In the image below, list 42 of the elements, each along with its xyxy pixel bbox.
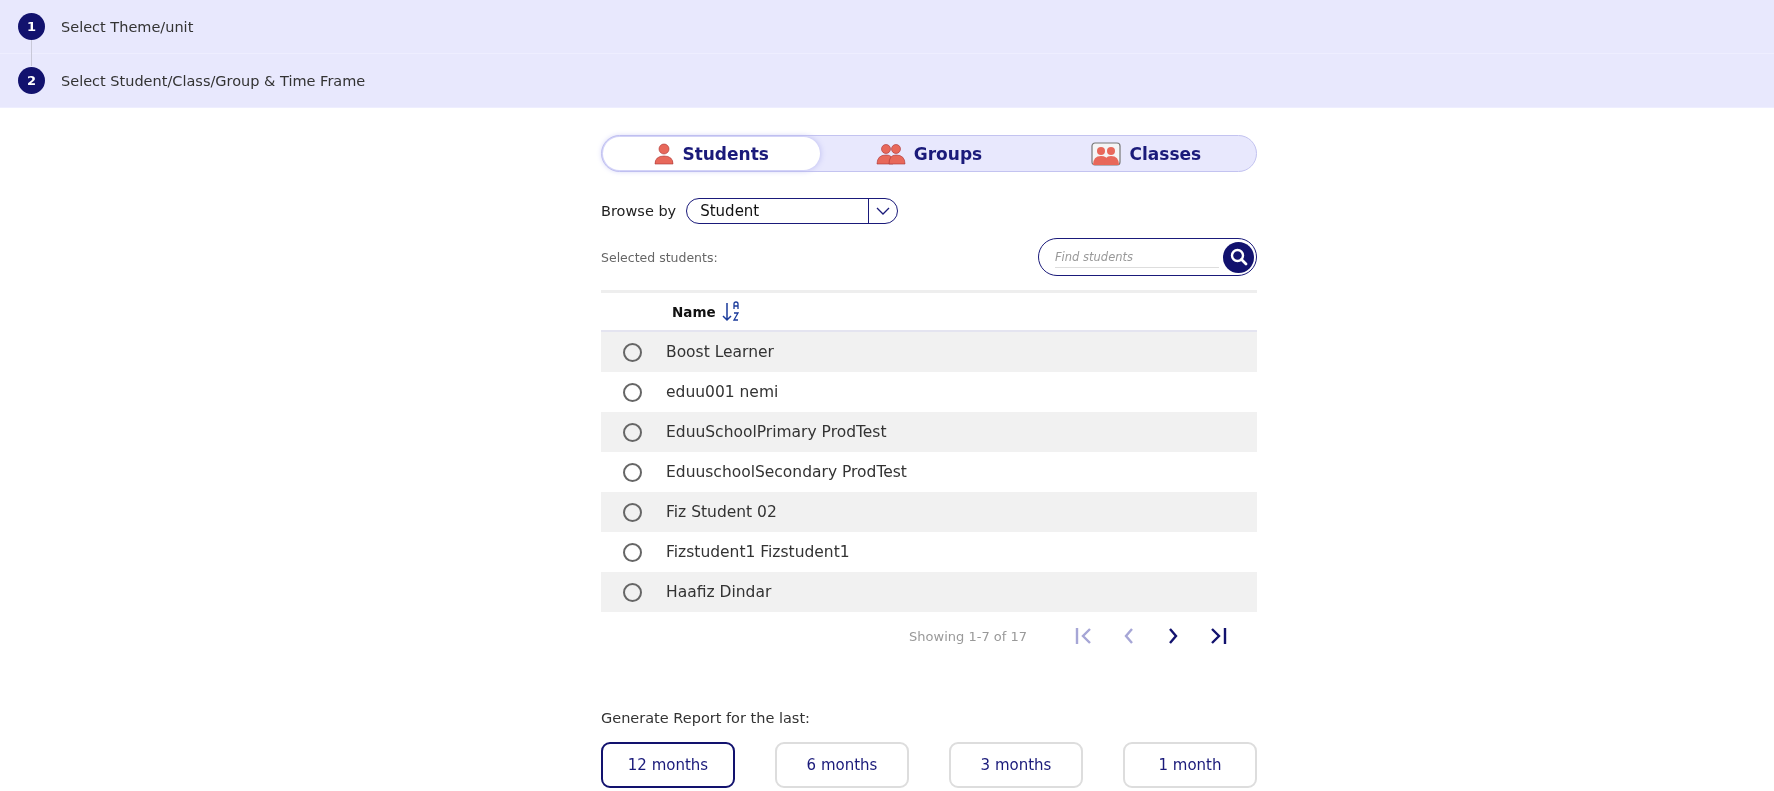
time-frame-button[interactable]: 6 months	[775, 742, 909, 788]
step-label: Select Student/Class/Group & Time Frame	[61, 72, 366, 89]
table-row[interactable]: Haafiz Dindar	[601, 572, 1257, 612]
student-name: EduuSchoolPrimary ProdTest	[666, 423, 887, 441]
pagination-text: Showing 1-7 of 17	[909, 628, 1027, 644]
tab[interactable]: Classes	[1037, 137, 1255, 170]
student-name: Boost Learner	[666, 343, 774, 361]
student-name: Haafiz Dindar	[666, 583, 772, 601]
tab[interactable]: Students	[603, 137, 821, 170]
people-icon	[875, 142, 906, 165]
chevron-right-icon	[1167, 627, 1179, 645]
radio-button[interactable]	[623, 422, 642, 442]
student-name: Fizstudent1 Fizstudent1	[666, 543, 850, 561]
radio-button[interactable]	[623, 542, 642, 562]
time-frame-button[interactable]: 1 month	[1123, 742, 1257, 788]
time-frame-button[interactable]: 12 months	[601, 742, 735, 788]
student-name: eduu001 nemi	[666, 383, 779, 401]
name-column-header[interactable]: Name	[672, 300, 740, 323]
time-frame-label: Generate Report for the last:	[601, 710, 811, 726]
chevron-down-icon	[876, 206, 891, 216]
selected-label: Selected students:	[601, 249, 718, 265]
step-label: Select Theme/unit	[61, 18, 194, 35]
radio-button[interactable]	[623, 342, 642, 362]
tab[interactable]: Groups	[820, 137, 1038, 170]
table-row[interactable]: Boost Learner	[601, 332, 1257, 372]
step-number: 1	[18, 13, 45, 40]
table-row[interactable]: Fiz Student 02	[601, 492, 1257, 532]
person-icon	[654, 142, 675, 165]
time-frame-button[interactable]: 3 months	[949, 742, 1083, 788]
class-icon	[1091, 141, 1122, 166]
search-icon	[1229, 248, 1248, 266]
student-name: EduuschoolSecondary ProdTest	[666, 463, 907, 481]
radio-button[interactable]	[623, 582, 642, 602]
browse-label: Browse by	[601, 203, 677, 219]
table-row[interactable]: EduuSchoolPrimary ProdTest	[601, 412, 1257, 452]
step-number: 2	[18, 67, 45, 94]
chevron-left-icon	[1123, 627, 1135, 645]
radio-button[interactable]	[623, 502, 642, 522]
radio-button[interactable]	[623, 382, 642, 402]
radio-button[interactable]	[623, 462, 642, 482]
student-name: Fiz Student 02	[666, 503, 777, 521]
search-button[interactable]	[1223, 241, 1254, 273]
